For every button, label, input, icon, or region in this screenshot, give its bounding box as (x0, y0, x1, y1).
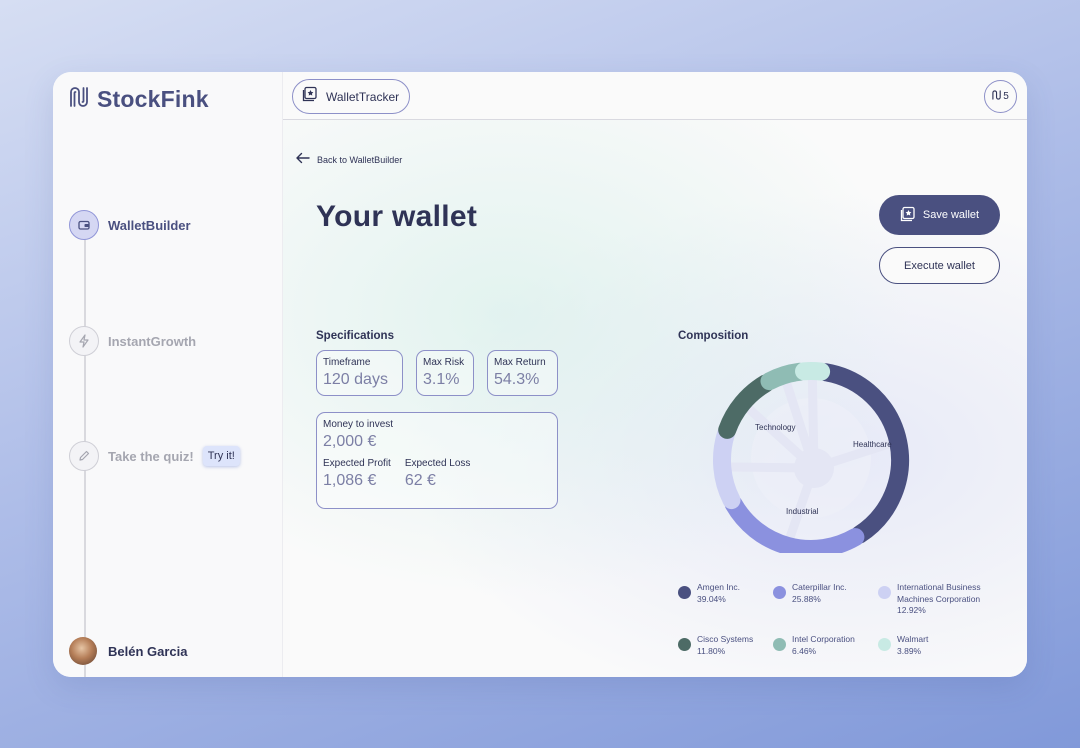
avatar (69, 637, 97, 665)
legend-value: 3.89% (897, 645, 922, 656)
donut-slice-2[interactable] (713, 425, 741, 510)
legend-value: 12.92% (897, 605, 926, 615)
max-return-value: 54.3% (494, 371, 540, 388)
wallet-counter[interactable]: 5 (984, 80, 1017, 113)
back-link[interactable]: Back to WalletBuilder (295, 151, 402, 169)
legend-value: 11.80% (697, 645, 726, 656)
legend-label: International Business Machines Corporat… (897, 582, 1003, 617)
sidebar: StockFink WalletBuilder InstantGrowth Ta… (53, 72, 283, 677)
max-risk-value: 3.1% (423, 371, 460, 388)
legend-value: 39.04% (697, 593, 726, 604)
expected-profit: Expected Profit 1,086 € (323, 458, 391, 490)
timeframe-card: Timeframe 120 days (316, 350, 403, 396)
expected-loss: Expected Loss 62 € (405, 458, 471, 490)
legend-label: Intel Corporation 6.46% (792, 634, 855, 657)
arrow-left-icon (295, 151, 310, 169)
execute-label: Execute wallet (904, 259, 975, 272)
legend-name: Walmart (897, 634, 929, 644)
logo[interactable]: StockFink (69, 86, 209, 113)
user-profile[interactable]: Belén Garcia (69, 637, 188, 665)
legend-name: Cisco Systems (697, 634, 754, 644)
money-value: 2,000 € (323, 433, 377, 450)
legend-label: Cisco Systems 11.80% (697, 634, 753, 657)
legend-swatch (878, 638, 891, 651)
topbar: WalletTracker 5 (283, 72, 1027, 120)
tab-wallettracker[interactable]: WalletTracker (292, 79, 410, 114)
legend-swatch (678, 586, 691, 599)
legend-swatch (773, 586, 786, 599)
step-label: Take the quiz! (108, 448, 194, 464)
legend-value: 6.46% (792, 645, 817, 656)
sidebar-step-quiz[interactable]: Take the quiz! Try it! (69, 441, 240, 471)
specifications-title: Specifications (316, 330, 394, 342)
legend-name: Caterpillar Inc. (792, 582, 847, 592)
step-label: WalletBuilder (108, 217, 191, 233)
sector-label-technology: Technology (755, 423, 795, 432)
stockfink-logo-icon (69, 86, 91, 113)
legend-name: Intel Corporation (792, 634, 855, 644)
legend-label: Amgen Inc. 39.04% (697, 582, 740, 605)
legend-name: Amgen Inc. (697, 582, 740, 592)
sector-label-industrial: Industrial (786, 507, 819, 516)
donut-slice-5[interactable] (795, 362, 831, 381)
wallet-icon (69, 210, 99, 240)
money-label: Money to invest (323, 419, 394, 430)
main-content: Back to WalletBuilder Your wallet Save w… (283, 120, 1027, 677)
wallet-star-icon (900, 206, 916, 225)
back-label: Back to WalletBuilder (317, 155, 403, 165)
max-return-label: Max Return (494, 357, 546, 368)
execute-wallet-button[interactable]: Execute wallet (879, 247, 1000, 284)
page-title: Your wallet (316, 200, 478, 233)
wallet-star-icon (302, 86, 318, 107)
tab-label: WalletTracker (326, 89, 400, 104)
legend-name: International Business Machines Corporat… (897, 582, 981, 604)
profit-label: Expected Profit (323, 458, 391, 469)
timeframe-value: 120 days (323, 371, 388, 388)
sidebar-step-instantgrowth[interactable]: InstantGrowth (69, 326, 196, 356)
loss-value: 62 € (404, 472, 436, 489)
legend-item[interactable]: International Business Machines Corporat… (878, 582, 1003, 617)
loss-label: Expected Loss (404, 458, 471, 469)
sector-label-healthcare: Healthcare (853, 440, 892, 449)
legend-swatch (678, 638, 691, 651)
try-it-badge[interactable]: Try it! (202, 446, 240, 466)
donut-hub-center (794, 448, 834, 488)
chart-legend: Amgen Inc. 39.04% Caterpillar Inc. 25.88% In… (678, 582, 1008, 662)
legend-label: Caterpillar Inc. 25.88% (792, 582, 847, 605)
sidebar-step-walletbuilder[interactable]: WalletBuilder (69, 210, 191, 240)
timeframe-label: Timeframe (323, 357, 371, 368)
legend-swatch (878, 586, 891, 599)
save-label: Save wallet (922, 209, 980, 221)
step-label: InstantGrowth (108, 333, 197, 349)
legend-label: Walmart 3.89% (897, 634, 928, 657)
stockfink-mini-icon (992, 90, 1002, 103)
max-risk-card: Max Risk 3.1% (416, 350, 474, 396)
counter-value: 5 (1003, 91, 1009, 102)
app-name: StockFink (97, 86, 209, 112)
profit-value: 1,086 € (323, 472, 377, 489)
donut-slice-4[interactable] (760, 362, 809, 391)
max-risk-label: Max Risk (423, 357, 465, 368)
legend-swatch (773, 638, 786, 651)
composition-donut-chart: Technology Healthcare Industrial (713, 362, 909, 553)
save-wallet-button[interactable]: Save wallet (879, 195, 1000, 235)
composition-title: Composition (678, 330, 749, 342)
app-window: StockFink WalletBuilder InstantGrowth Ta… (53, 72, 1027, 677)
legend-item[interactable]: Walmart 3.89% (878, 634, 1003, 657)
legend-value: 25.88% (792, 593, 821, 604)
expected-row: Expected Profit 1,086 € Expected Loss 62… (323, 458, 551, 490)
pencil-icon (69, 441, 99, 471)
max-return-card: Max Return 54.3% (487, 350, 558, 396)
money-card: Money to invest 2,000 € Expected Profit … (316, 412, 558, 509)
user-name: Belén Garcia (108, 643, 188, 659)
lightning-icon (69, 326, 99, 356)
